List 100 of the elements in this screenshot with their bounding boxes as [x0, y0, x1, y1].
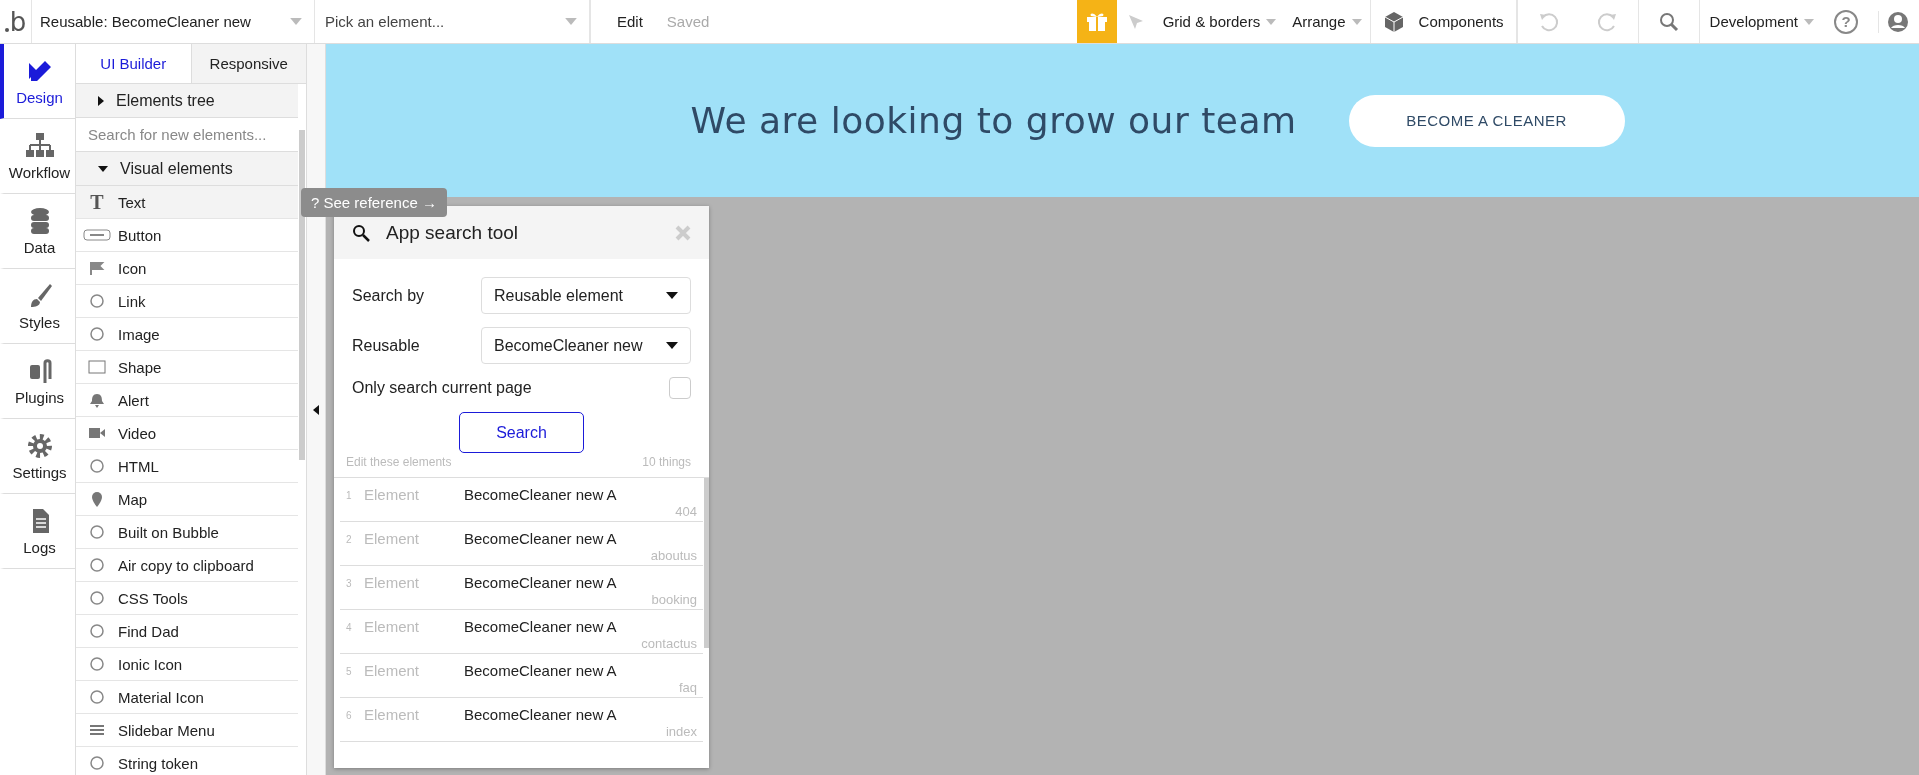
gift-icon[interactable]	[1076, 0, 1117, 43]
collapse-arrow-icon[interactable]	[313, 404, 319, 415]
sidebar-tab[interactable]: Data	[0, 194, 75, 269]
element-list-item[interactable]: Video	[76, 417, 298, 450]
result-type: Element	[364, 618, 421, 635]
element-type-icon	[88, 425, 106, 441]
result-row[interactable]: 1 Element BecomeCleaner new A 404	[340, 478, 703, 522]
cube-icon	[1382, 10, 1405, 33]
row-number: 1	[345, 489, 353, 501]
results-label: Edit these elements	[346, 455, 452, 469]
element-type-icon	[88, 557, 106, 573]
element-list-item[interactable]: Link	[76, 285, 298, 318]
element-list-item[interactable]: Air copy to clipboard	[76, 549, 298, 582]
sitemap-icon	[24, 131, 55, 160]
element-type-icon	[88, 359, 106, 375]
element-list-item[interactable]: Shape	[76, 351, 298, 384]
help-button[interactable]: ?	[1834, 9, 1858, 34]
checkbox-label: Only search current page	[352, 379, 532, 397]
search-icon[interactable]	[1658, 11, 1679, 32]
banner-heading: We are looking to grow our team	[690, 100, 1297, 141]
element-type-icon	[88, 326, 106, 342]
element-list-item[interactable]: Slidebar Menu	[76, 714, 298, 747]
result-name: BecomeCleaner new A	[464, 662, 617, 679]
caret-icon	[1351, 18, 1362, 25]
reusable-dropdown[interactable]: Reusable: BecomeCleaner new	[32, 0, 315, 43]
element-list-item[interactable]: T Text	[76, 186, 298, 219]
caret-icon	[1804, 18, 1814, 25]
element-list-item[interactable]: HTML	[76, 450, 298, 483]
element-type-icon	[88, 755, 106, 771]
results-count: 10 things	[642, 455, 691, 469]
caret-icon[interactable]	[565, 18, 577, 25]
result-type: Element	[364, 662, 421, 679]
element-list-item[interactable]: Built on Bubble	[76, 516, 298, 549]
elements-tree-header[interactable]: Elements tree	[76, 84, 298, 118]
undo-icon[interactable]	[1537, 10, 1560, 33]
arrange-menu[interactable]: Arrange	[1284, 0, 1371, 43]
user-avatar-icon[interactable]	[1878, 10, 1909, 33]
element-list-item[interactable]: String token	[76, 747, 298, 775]
checkbox[interactable]	[669, 377, 691, 399]
panel-tab[interactable]: UI Builder	[76, 44, 192, 84]
element-type-icon	[88, 590, 106, 606]
field-label: Search by	[352, 286, 425, 305]
element-list-item[interactable]: CSS Tools	[76, 582, 298, 615]
close-icon[interactable]	[675, 224, 691, 241]
element-type-icon	[88, 689, 106, 705]
result-page: index	[665, 724, 697, 739]
element-list-item[interactable]: Material Icon	[76, 681, 298, 714]
search-by-dropdown[interactable]: Reusable element	[481, 277, 691, 314]
sidebar-tab[interactable]: Styles	[0, 269, 75, 344]
element-list-item[interactable]: Alert	[76, 384, 298, 417]
caret-icon	[1266, 18, 1277, 25]
sidebar-tab[interactable]: Workflow	[0, 119, 75, 194]
edit-menu[interactable]: Edit	[609, 0, 651, 43]
element-type-icon	[88, 656, 106, 672]
result-type: Element	[364, 574, 421, 591]
result-row[interactable]: 4 Element BecomeCleaner new A contactus	[340, 610, 703, 654]
reusable-dropdown[interactable]: BecomeCleaner new	[481, 327, 691, 364]
caret-icon	[290, 18, 302, 25]
caret-icon	[666, 342, 678, 349]
result-page: contactus	[641, 636, 697, 651]
result-row[interactable]: 6 Element BecomeCleaner new A index	[340, 698, 703, 742]
result-row[interactable]: 5 Element BecomeCleaner new A faq	[340, 654, 703, 698]
scrollbar-thumb[interactable]	[704, 478, 709, 648]
sidebar-tab[interactable]: Logs	[0, 494, 75, 569]
result-page: booking	[651, 592, 697, 607]
save-status: Saved	[666, 13, 710, 30]
caret-icon	[666, 292, 678, 299]
result-type: Element	[364, 706, 421, 723]
environment-dropdown[interactable]: Development	[1698, 0, 1824, 43]
panel-tab[interactable]: Responsive	[191, 44, 306, 84]
element-type-icon	[83, 227, 111, 243]
result-type: Element	[364, 486, 421, 503]
element-list-item[interactable]: Ionic Icon	[76, 648, 298, 681]
redo-icon[interactable]	[1595, 10, 1618, 33]
row-number: 4	[345, 621, 353, 633]
result-name: BecomeCleaner new A	[464, 486, 617, 503]
result-name: BecomeCleaner new A	[464, 574, 617, 591]
search-button[interactable]: Search	[459, 412, 584, 453]
sidebar-tab[interactable]: Settings	[0, 419, 75, 494]
result-page: aboutus	[650, 548, 697, 563]
scrollbar-thumb[interactable]	[299, 130, 305, 460]
sidebar-tab[interactable]: Plugins	[0, 344, 75, 419]
element-list-item[interactable]: Map	[76, 483, 298, 516]
components-button[interactable]: Components	[1370, 0, 1517, 43]
result-row[interactable]: 3 Element BecomeCleaner new A booking	[340, 566, 703, 610]
element-type-icon	[88, 623, 106, 639]
element-type-icon	[88, 524, 106, 540]
element-type-icon	[88, 722, 106, 738]
result-row[interactable]: 2 Element BecomeCleaner new A aboutus	[340, 522, 703, 566]
element-list-item[interactable]: Icon	[76, 252, 298, 285]
become-cleaner-button[interactable]: BECOME A CLEANER	[1348, 94, 1625, 147]
search-icon	[352, 223, 370, 242]
element-list-item[interactable]: Find Dad	[76, 615, 298, 648]
row-number: 2	[345, 533, 353, 545]
grid-borders-menu[interactable]: Grid & borders	[1154, 0, 1285, 43]
element-type-icon	[88, 392, 106, 408]
element-list-item[interactable]: Button	[76, 219, 298, 252]
visual-elements-header[interactable]: Visual elements	[76, 152, 298, 186]
pointer-icon[interactable]	[1126, 12, 1145, 31]
element-list-item[interactable]: Image	[76, 318, 298, 351]
